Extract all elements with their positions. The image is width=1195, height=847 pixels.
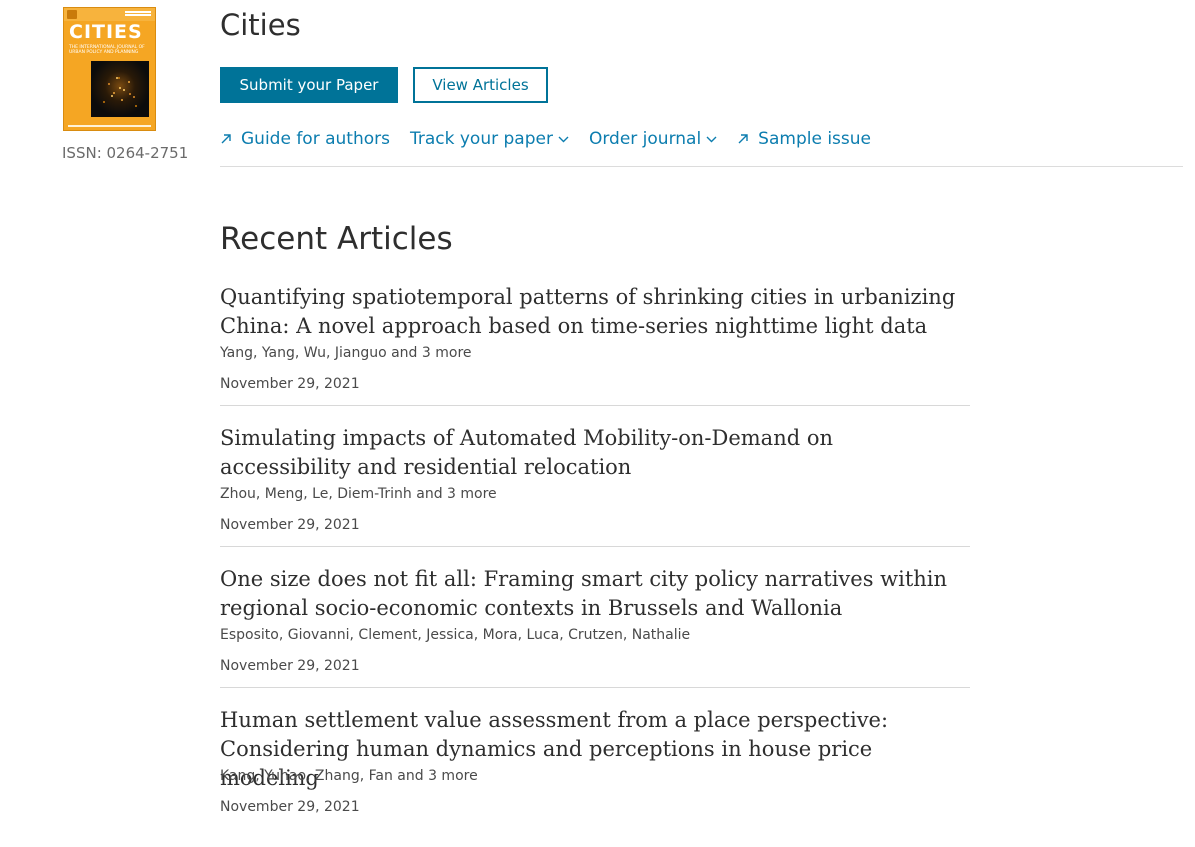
- chevron-down-icon: [706, 135, 717, 143]
- journal-cover: CITIES The International Journal of Urba…: [63, 7, 156, 131]
- article-title-link[interactable]: Simulating impacts of Automated Mobility…: [220, 424, 970, 482]
- article-authors: Esposito, Giovanni, Clement, Jessica, Mo…: [220, 627, 691, 643]
- journal-nav: Guide for authors Track your paper Order…: [220, 126, 891, 152]
- cover-night-lights-image: [91, 61, 149, 117]
- article-item: Simulating impacts of Automated Mobility…: [220, 424, 970, 565]
- sample-issue-label: Sample issue: [758, 129, 871, 149]
- recent-articles-heading: Recent Articles: [220, 221, 453, 257]
- track-your-paper-label: Track your paper: [409, 129, 553, 149]
- article-authors: Kang, Yuhao, Zhang, Fan and 3 more: [220, 768, 478, 784]
- external-link-icon: [737, 133, 749, 145]
- external-link-icon: [220, 133, 232, 145]
- article-date: November 29, 2021: [220, 376, 360, 392]
- article-item: One size does not fit all: Framing smart…: [220, 565, 970, 706]
- guide-for-authors-link[interactable]: Guide for authors: [220, 129, 390, 149]
- article-divider: [220, 687, 970, 688]
- cover-top-bar: [64, 8, 155, 21]
- article-authors: Yang, Yang, Wu, Jianguo and 3 more: [220, 345, 472, 361]
- journal-title[interactable]: Cities: [220, 8, 301, 42]
- sample-issue-link[interactable]: Sample issue: [737, 129, 871, 149]
- article-authors: Zhou, Meng, Le, Diem-Trinh and 3 more: [220, 486, 497, 502]
- header-divider: [220, 166, 1183, 167]
- cover-footer: [68, 125, 151, 127]
- article-title-link[interactable]: One size does not fit all: Framing smart…: [220, 565, 970, 623]
- order-journal-link[interactable]: Order journal: [589, 129, 717, 149]
- article-item: Quantifying spatiotemporal patterns of s…: [220, 283, 970, 424]
- chevron-down-icon: [558, 135, 569, 143]
- article-divider: [220, 546, 970, 547]
- order-journal-label: Order journal: [588, 129, 702, 149]
- article-date: November 29, 2021: [220, 658, 360, 674]
- track-your-paper-link[interactable]: Track your paper: [410, 129, 569, 149]
- submit-paper-button[interactable]: Submit your Paper: [220, 67, 398, 103]
- recent-articles-list: Quantifying spatiotemporal patterns of s…: [220, 283, 970, 847]
- cover-subtitle: The International Journal of Urban Polic…: [69, 45, 145, 55]
- article-divider: [220, 405, 970, 406]
- article-date: November 29, 2021: [220, 517, 360, 533]
- cover-issue-info: [125, 11, 151, 13]
- publisher-logo-icon: [67, 10, 77, 19]
- cover-title: CITIES: [69, 21, 143, 43]
- article-date: November 29, 2021: [220, 799, 360, 815]
- view-articles-button[interactable]: View Articles: [413, 67, 548, 103]
- guide-for-authors-label: Guide for authors: [241, 129, 390, 149]
- article-title-link[interactable]: Quantifying spatiotemporal patterns of s…: [220, 283, 970, 341]
- issn-label: ISSN: 0264-2751: [62, 144, 189, 162]
